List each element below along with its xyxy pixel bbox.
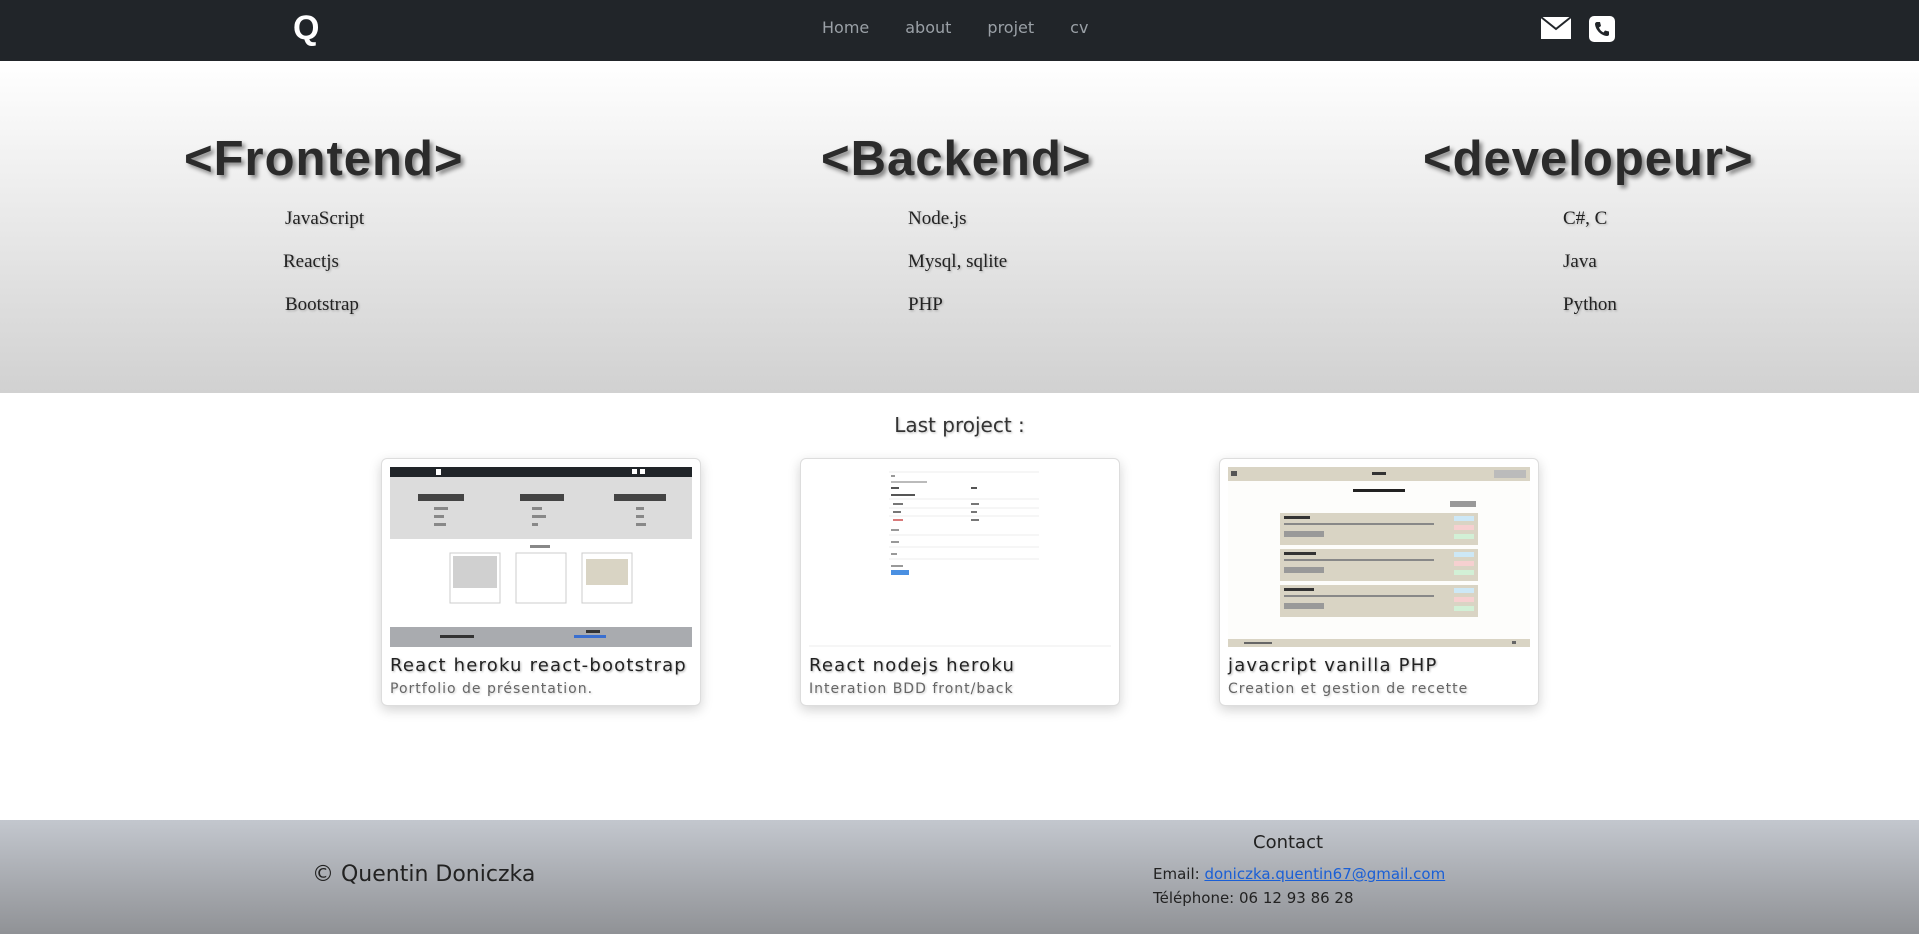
- skill-item: Python: [1563, 294, 1617, 315]
- skill-list: JavaScript Reactjs Bootstrap: [283, 208, 365, 338]
- mail-icon[interactable]: [1540, 16, 1572, 45]
- project-subtitle: Portfolio de présentation.: [390, 681, 594, 697]
- phone-icon[interactable]: [1589, 16, 1615, 47]
- skill-column-frontend: <Frontend> JavaScript Reactjs Bootstrap: [184, 131, 464, 315]
- skill-item: JavaScript: [285, 208, 365, 229]
- skill-list: Node.js Mysql, sqlite PHP: [908, 209, 1007, 338]
- project-title: React nodejs heroku: [809, 655, 1016, 676]
- project-card-recettes[interactable]: javacript vanilla PHP Creation et gestio…: [1219, 458, 1539, 706]
- contact-title: Contact: [1253, 832, 1324, 853]
- skill-title: <Frontend>: [184, 132, 464, 186]
- footer: © Quentin Doniczka Contact Email: donicz…: [0, 820, 1919, 934]
- project-title: javacript vanilla PHP: [1228, 655, 1438, 676]
- copyright: © Quentin Doniczka: [312, 862, 536, 887]
- navbar: Q Home about projet cv: [0, 0, 1919, 61]
- skill-column-backend: <Backend> Node.js Mysql, sqlite PHP: [821, 131, 1092, 315]
- nav-link-cv[interactable]: cv: [1070, 18, 1088, 38]
- project-thumbnail: [809, 467, 1111, 647]
- nav-link-home[interactable]: Home: [822, 18, 869, 38]
- skill-item: Mysql, sqlite: [908, 251, 1008, 272]
- project-card-nodejs[interactable]: React nodejs heroku Interation BDD front…: [800, 458, 1120, 706]
- skill-item: PHP: [908, 294, 943, 315]
- skill-column-developeur: <developeur> C#, C Java Python: [1423, 131, 1754, 315]
- brand-logo[interactable]: Q: [293, 8, 319, 48]
- contact-phone: Téléphone: 06 12 93 86 28: [1153, 889, 1354, 907]
- skill-item: Bootstrap: [285, 294, 359, 315]
- project-thumbnail: [1228, 467, 1530, 647]
- nav-links: Home about projet cv: [822, 18, 1124, 38]
- skill-title: <developeur>: [1423, 132, 1754, 186]
- skills-hero: <Frontend> JavaScript Reactjs Bootstrap …: [0, 61, 1919, 393]
- project-subtitle: Creation et gestion de recette: [1228, 681, 1469, 697]
- project-card-portfolio[interactable]: React heroku react-bootstrap Portfolio d…: [381, 458, 701, 706]
- skill-item: C#, C: [1563, 208, 1608, 229]
- contact-email: Email: doniczka.quentin67@gmail.com: [1153, 865, 1445, 883]
- skill-title: <Backend>: [821, 132, 1092, 186]
- skill-item: Java: [1563, 251, 1597, 272]
- email-label: Email:: [1153, 865, 1205, 883]
- nav-link-projet[interactable]: projet: [987, 18, 1034, 38]
- skill-list: C#, C Java Python: [1563, 209, 1617, 338]
- nav-link-about[interactable]: about: [905, 18, 951, 38]
- last-project-title: Last project :: [894, 413, 1025, 437]
- skill-item: Node.js: [908, 208, 967, 229]
- email-link[interactable]: doniczka.quentin67@gmail.com: [1204, 865, 1445, 883]
- project-thumbnail: [390, 467, 692, 647]
- project-subtitle: Interation BDD front/back: [809, 681, 1014, 697]
- skill-item: Reactjs: [283, 251, 339, 272]
- project-title: React heroku react-bootstrap: [390, 655, 687, 676]
